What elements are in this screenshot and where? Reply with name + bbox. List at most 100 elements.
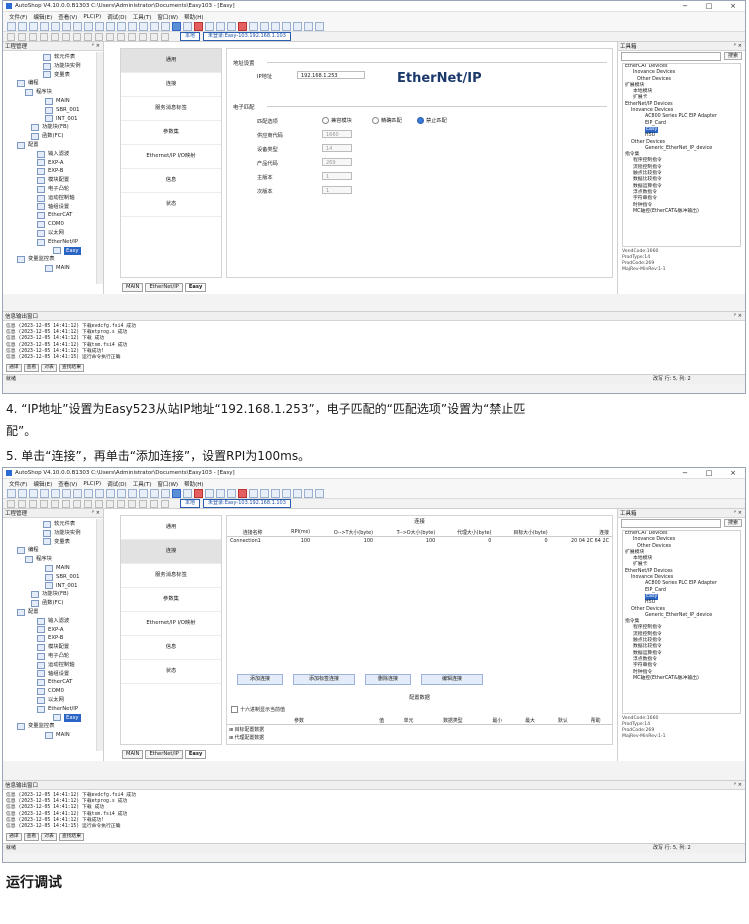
tab-main[interactable]: MAIN [122, 750, 144, 759]
login-status[interactable]: 未登录:Easy-103.192.168.1.103 [203, 499, 291, 508]
monitor-stop-icon[interactable] [183, 21, 192, 31]
menu-plc[interactable]: PLC(P) [83, 14, 101, 20]
toolbox-item[interactable]: MC轴控(EtherCAT&脉冲输出) [623, 676, 740, 682]
pin-icon[interactable]: ᵖ × [734, 510, 742, 516]
paste-icon[interactable] [73, 488, 82, 498]
menu-file[interactable]: 文件(F) [9, 13, 27, 21]
redo-icon[interactable] [95, 488, 104, 498]
tree-item[interactable]: EtherNet/IP [3, 705, 103, 714]
tree-item[interactable]: 软元件表 [3, 53, 103, 62]
tree-item[interactable]: 功能块(FB) [3, 123, 103, 132]
delete-hline-icon[interactable] [128, 499, 136, 508]
output-tab[interactable]: 对表 [41, 833, 57, 841]
major-version-field[interactable]: 1 [322, 172, 352, 180]
nav-parameter-set[interactable]: 参数集 [121, 121, 221, 145]
find-icon[interactable] [117, 488, 126, 498]
radio-compatible[interactable]: 兼容模块 [322, 117, 352, 124]
new-file-icon[interactable] [7, 21, 16, 31]
radio-disable[interactable]: 禁止匹配 [417, 117, 447, 124]
ip-address-field[interactable]: 192.168.1.253 [297, 71, 365, 79]
tree-item[interactable]: COM0 [3, 687, 103, 696]
tree-item[interactable]: INT_001 [3, 115, 103, 124]
run-icon[interactable] [227, 21, 236, 31]
pin-icon[interactable]: ᵖ × [92, 510, 100, 516]
device-type-field[interactable]: 14 [322, 144, 352, 152]
download-icon[interactable] [216, 21, 225, 31]
tab-easy[interactable]: Easy [184, 750, 207, 759]
tree-item[interactable]: 变量表 [3, 538, 103, 547]
vendor-code-field[interactable]: 1660 [322, 130, 352, 138]
upload-icon[interactable] [205, 488, 214, 498]
output-tab[interactable]: 查看 [23, 833, 40, 841]
nav-general[interactable]: 通用 [121, 516, 221, 540]
tree-item[interactable]: EXP-A [3, 626, 103, 635]
minimize-icon[interactable]: − [673, 2, 697, 10]
maximize-icon[interactable]: □ [697, 2, 721, 10]
parallel-no-icon[interactable] [29, 499, 37, 508]
halt-icon[interactable] [238, 488, 247, 498]
online-edit-icon[interactable] [249, 21, 258, 31]
print-icon[interactable] [128, 21, 137, 31]
menu-view[interactable]: 查看(V) [58, 13, 77, 21]
nav-general[interactable]: 通用 [121, 49, 221, 73]
tree-item[interactable]: EtherCAT [3, 678, 103, 687]
tree-item[interactable]: 软元件表 [3, 520, 103, 529]
menu-tools[interactable]: 工具(T) [133, 13, 152, 21]
product-code-field[interactable]: 269 [322, 158, 352, 166]
upload-icon[interactable] [205, 21, 214, 31]
tree-item[interactable]: MAIN [3, 564, 103, 573]
parallel-nc-icon[interactable] [40, 499, 48, 508]
contact-no-icon[interactable] [7, 499, 15, 508]
tab-ethernet-ip[interactable]: EtherNet/IP [145, 283, 183, 292]
tree-item[interactable]: SBR_001 [3, 106, 103, 115]
tab-ethernet-ip[interactable]: EtherNet/IP [145, 750, 183, 759]
pin-icon[interactable]: ᵖ × [734, 43, 742, 49]
local-button[interactable]: 本地 [180, 32, 201, 41]
compile-all-icon[interactable] [161, 21, 170, 31]
monitor-icon[interactable] [172, 21, 181, 31]
save-all-icon[interactable] [40, 488, 49, 498]
delete-hline-icon[interactable] [128, 32, 136, 41]
tree-item[interactable]: 模块配置 [3, 643, 103, 652]
open-folder-icon[interactable] [18, 21, 27, 31]
split-icon[interactable] [282, 21, 291, 31]
tree-item[interactable]: 函数(FC) [3, 599, 103, 608]
toolbox-search-button[interactable]: 搜索 [723, 52, 742, 60]
delete-icon[interactable] [106, 21, 115, 31]
nav-info[interactable]: 信息 [121, 636, 221, 660]
undo-icon[interactable] [84, 488, 93, 498]
coil-icon[interactable] [73, 499, 81, 508]
copy-icon[interactable] [62, 488, 71, 498]
tree-item[interactable]: 编程 [3, 546, 103, 555]
instruction-icon[interactable] [150, 32, 158, 41]
tree-item[interactable]: 函数(FC) [3, 132, 103, 141]
stop-icon[interactable] [194, 21, 203, 31]
tree-item[interactable]: 输入滤波 [3, 150, 103, 159]
tree-item[interactable]: 轴组设置 [3, 203, 103, 212]
delete-icon[interactable] [106, 488, 115, 498]
falling-edge-icon[interactable] [62, 32, 70, 41]
save-all-icon[interactable] [40, 21, 49, 31]
download-icon[interactable] [216, 488, 225, 498]
menu-file[interactable]: 文件(F) [9, 480, 27, 488]
set-coil-icon[interactable] [84, 499, 92, 508]
vline-icon[interactable] [117, 32, 125, 41]
tree-item[interactable]: MAIN [3, 264, 103, 273]
menu-debug[interactable]: 调试(D) [107, 480, 127, 488]
tree-item-selected[interactable]: Easy [3, 713, 103, 723]
table-row[interactable]: Connection1 100 100 100 0 0 20 04 2C 64 … [227, 537, 612, 546]
output-tab[interactable]: 查找结果 [58, 364, 85, 372]
toolbox-search-input[interactable] [621, 518, 721, 528]
run-icon[interactable] [227, 488, 236, 498]
monitor-stop-icon[interactable] [183, 488, 192, 498]
compare-icon[interactable] [260, 488, 269, 498]
tree-item[interactable]: 变量监控表 [3, 722, 103, 731]
nav-parameter-set[interactable]: 参数集 [121, 588, 221, 612]
menu-plc[interactable]: PLC(P) [83, 481, 101, 487]
tree-item[interactable]: 电子凸轮 [3, 652, 103, 661]
contact-no-icon[interactable] [7, 32, 15, 41]
tree-item[interactable]: 运动控制轴 [3, 661, 103, 670]
tree-item[interactable]: 配置 [3, 608, 103, 617]
tree-item[interactable]: 电子凸轮 [3, 185, 103, 194]
nav-connection[interactable]: 连接 [121, 540, 221, 564]
